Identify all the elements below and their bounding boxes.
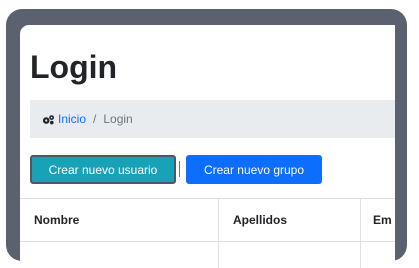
table-header-row: Nombre Apellidos Em [20, 198, 395, 242]
column-header-apellidos[interactable]: Apellidos [218, 199, 360, 241]
table-row [20, 241, 395, 268]
create-user-button[interactable]: Crear nuevo usuario [30, 155, 176, 184]
table-cell [360, 241, 395, 268]
column-header-email[interactable]: Em [360, 199, 395, 241]
breadcrumb: Inicio / Login [30, 100, 395, 138]
users-table: Nombre Apellidos Em [20, 198, 395, 268]
breadcrumb-home-link[interactable]: Inicio [58, 112, 86, 126]
breadcrumb-current: Login [103, 112, 133, 126]
table-cell [20, 241, 218, 268]
button-divider [179, 161, 180, 177]
gears-icon [42, 114, 55, 125]
create-group-button[interactable]: Crear nuevo grupo [186, 155, 322, 184]
breadcrumb-separator: / [93, 112, 97, 126]
page-title: Login [30, 49, 118, 85]
column-header-nombre[interactable]: Nombre [20, 199, 218, 241]
table-cell [218, 241, 360, 268]
app-window: Login Inicio / Login Crear nuevo usuario… [20, 25, 395, 268]
